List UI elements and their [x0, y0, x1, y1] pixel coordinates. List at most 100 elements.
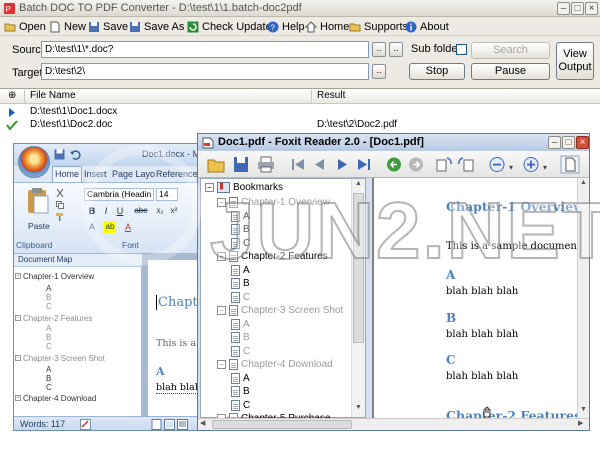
bookmarks-root[interactable]: − Bookmarks [205, 182, 283, 193]
foxit-maximize-button[interactable]: □ [562, 136, 575, 149]
search-button[interactable]: Search [471, 42, 550, 59]
maximize-button[interactable]: □ [571, 2, 584, 15]
go-back-icon[interactable] [384, 155, 404, 174]
pdf-vertical-scrollbar[interactable]: ▲ ▼ [577, 178, 589, 418]
document-map-subitem[interactable]: C [46, 383, 52, 392]
text-effects-icon[interactable]: A [86, 221, 98, 233]
tab-page-layout[interactable]: Page Layo [110, 166, 157, 182]
save-icon[interactable] [231, 155, 251, 174]
next-page-icon[interactable] [332, 155, 352, 174]
paste-icon[interactable] [26, 187, 50, 215]
zoom-in-dropdown-icon[interactable]: ▾ [543, 163, 547, 172]
zoom-out-dropdown-icon[interactable]: ▾ [509, 163, 513, 172]
highlight-icon[interactable]: ab [104, 221, 116, 233]
foxit-minimize-button[interactable]: – [548, 136, 561, 149]
document-map-chapter[interactable]: − Chapter-4 Download [15, 394, 96, 403]
subfolders-checkbox[interactable] [456, 44, 467, 55]
open-folder-icon[interactable] [206, 155, 226, 174]
scroll-right-icon[interactable]: ▶ [578, 419, 583, 427]
save-as-button[interactable]: Save As [127, 18, 186, 35]
document-map-subitem[interactable]: B [46, 333, 51, 342]
last-page-icon[interactable] [354, 155, 374, 174]
collapse-icon[interactable]: − [15, 273, 21, 279]
zoom-out-icon[interactable] [488, 155, 508, 174]
office-button-icon[interactable] [18, 146, 50, 178]
go-forward-icon[interactable] [406, 155, 426, 174]
document-map-chapter[interactable]: − Chapter-2 Features [15, 314, 92, 323]
rotate-left-icon[interactable] [434, 155, 454, 174]
scroll-up-icon[interactable]: ▲ [578, 179, 589, 186]
bookmarks-scrollbar[interactable]: ▲ ▼ [351, 179, 365, 417]
help-button[interactable]: ? Help [265, 18, 307, 35]
status-column-header[interactable]: ⊕ [8, 90, 16, 101]
collapse-icon[interactable]: − [217, 360, 226, 369]
web-layout-icon[interactable] [177, 419, 188, 430]
scroll-left-icon[interactable]: ◀ [200, 419, 205, 427]
bookmark-item[interactable]: B [231, 386, 250, 397]
bookmark-item[interactable]: C [231, 237, 250, 249]
file-row[interactable]: D:\test\1\Doc1.docx [0, 106, 600, 119]
superscript-icon[interactable]: x² [168, 205, 180, 217]
previous-page-icon[interactable] [310, 155, 330, 174]
new-button[interactable]: New [47, 18, 88, 35]
font-size-dropdown[interactable]: 14 [156, 188, 178, 201]
bookmark-item[interactable]: A [231, 372, 250, 384]
bookmark-item[interactable]: B [231, 224, 250, 235]
collapse-icon[interactable]: − [217, 198, 226, 207]
file-row[interactable]: D:\test\1\Doc2.doc D:\test\2\Doc2.pdf [0, 119, 600, 132]
source-input[interactable]: D:\test\1\*.doc? [41, 41, 369, 58]
save-button[interactable]: Save [86, 18, 130, 35]
bookmark-item[interactable]: A [231, 318, 250, 330]
open-button[interactable]: Open [2, 18, 48, 35]
collapse-icon[interactable]: − [205, 183, 214, 192]
scrollbar-thumb[interactable] [353, 193, 364, 343]
collapse-icon[interactable]: − [217, 306, 226, 315]
bookmark-chapter[interactable]: − Chapter-2 Features [217, 251, 328, 262]
document-map-chapter[interactable]: − Chapter-3 Screen Shot [15, 354, 105, 363]
horizontal-scrollbar-thumb[interactable] [212, 420, 352, 429]
home-button[interactable]: Home [303, 18, 351, 35]
bookmark-chapter[interactable]: − Chapter-4 Download [217, 359, 333, 370]
source-options-button[interactable]: .. [389, 42, 403, 57]
subscript-icon[interactable]: x₂ [154, 205, 166, 217]
bookmark-item[interactable]: C [231, 399, 250, 411]
font-name-dropdown[interactable]: Cambria (Headin [84, 188, 154, 201]
bookmark-chapter[interactable]: − Chapter-3 Screen Shot [217, 305, 343, 316]
document-map-subitem[interactable]: A [46, 284, 51, 293]
document-map-subitem[interactable]: B [46, 293, 51, 302]
full-screen-icon[interactable] [164, 419, 175, 430]
scroll-down-icon[interactable]: ▼ [353, 404, 364, 415]
document-map-subitem[interactable]: C [46, 302, 52, 311]
stop-button[interactable]: Stop [409, 63, 465, 80]
collapse-icon[interactable]: − [15, 315, 21, 321]
bookmark-chapter[interactable]: − Chapter-1 Overview [217, 197, 330, 208]
horizontal-scrollbar[interactable]: ◀ ▶ [198, 418, 589, 430]
bookmark-item[interactable]: A [231, 210, 250, 222]
collapse-icon[interactable]: − [217, 252, 226, 261]
format-painter-icon[interactable] [56, 213, 64, 221]
underline-icon[interactable]: U [114, 205, 126, 217]
document-map-subitem[interactable]: A [46, 324, 51, 333]
bookmark-item[interactable]: C [231, 291, 250, 303]
scroll-down-icon[interactable]: ▼ [578, 406, 589, 413]
result-column-header[interactable]: Result [317, 90, 345, 101]
bookmark-item[interactable]: C [231, 345, 250, 357]
close-button[interactable]: × [585, 2, 598, 15]
pause-button[interactable]: Pause [471, 63, 550, 80]
pdf-view-area[interactable]: Chapter-1 Overview This is a sample docu… [372, 178, 589, 418]
strikethrough-icon[interactable]: abe [132, 205, 150, 217]
bookmark-item[interactable]: B [231, 278, 250, 289]
supports-button[interactable]: Supports [347, 18, 410, 35]
italic-icon[interactable]: I [100, 205, 112, 217]
collapse-icon[interactable]: − [15, 395, 21, 401]
font-color-icon[interactable]: A [122, 221, 134, 233]
zoom-in-icon[interactable] [522, 155, 542, 174]
cut-icon[interactable] [56, 189, 64, 197]
view-output-button[interactable]: View Output [556, 42, 594, 80]
print-icon[interactable] [256, 155, 276, 174]
source-browse-button[interactable]: .. [372, 42, 386, 57]
bold-icon[interactable]: B [86, 205, 98, 217]
scroll-up-icon[interactable]: ▲ [353, 180, 364, 191]
target-input[interactable]: D:\test\2\ [41, 63, 369, 80]
document-map-subitem[interactable]: A [46, 365, 51, 374]
